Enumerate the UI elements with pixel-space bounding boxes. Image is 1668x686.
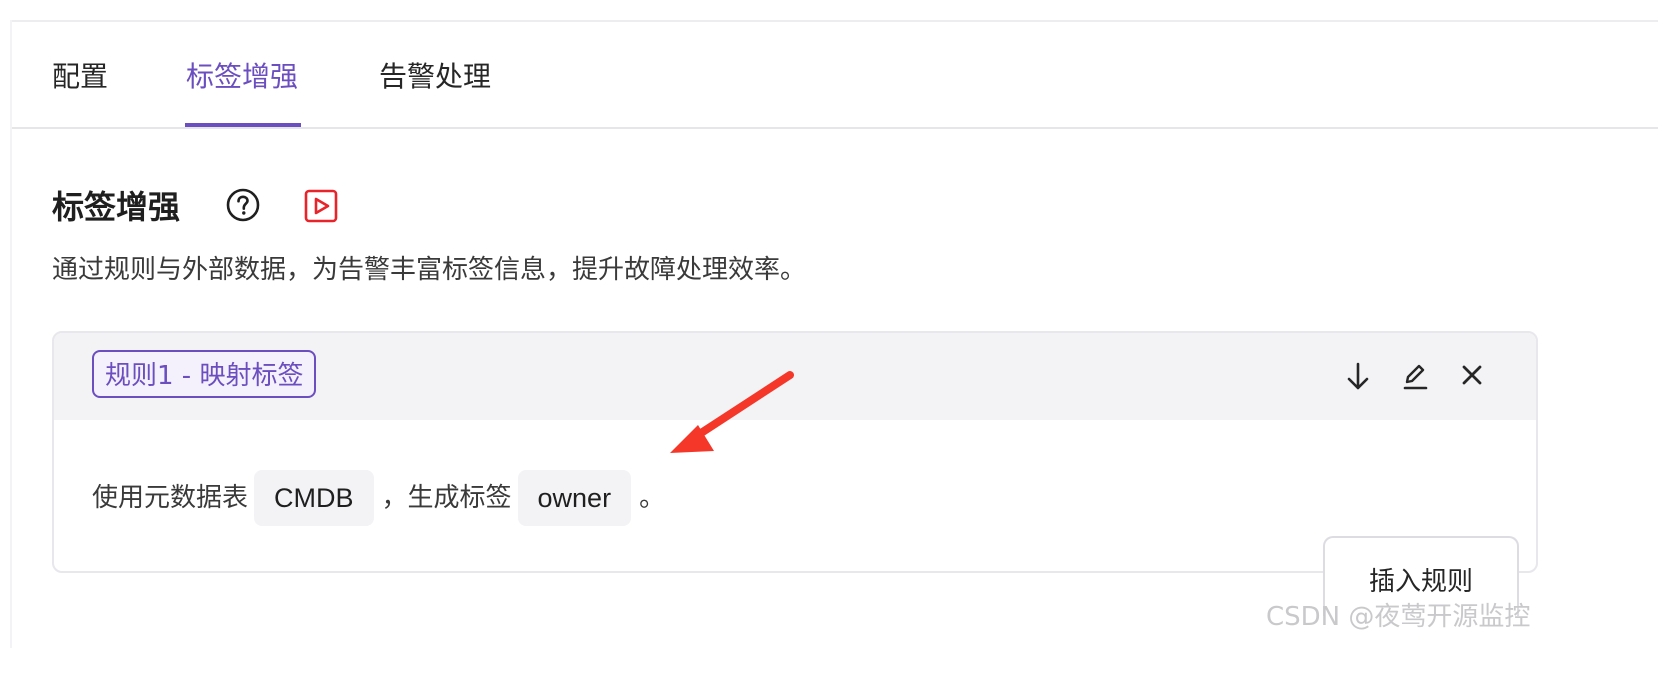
rule-text-prefix: 使用元数据表 — [92, 483, 249, 513]
close-icon[interactable] — [1457, 359, 1487, 393]
tab-bar: 配置 标签增强 告警处理 — [12, 22, 1658, 129]
question-circle-icon[interactable] — [226, 188, 260, 222]
tab-label-enrichment[interactable]: 标签增强 — [186, 57, 298, 97]
rule-name-tag[interactable]: 规则1 - 映射标签 — [92, 350, 317, 398]
rule-text-suffix: 。 — [639, 483, 666, 513]
tab-config[interactable]: 配置 — [52, 57, 108, 97]
annotation-arrow-icon — [670, 371, 794, 453]
rule-text-middle: ，生成标签 — [381, 483, 512, 513]
arrow-down-icon[interactable] — [1343, 359, 1373, 393]
target-label-chip[interactable]: owner — [517, 470, 632, 526]
play-video-icon[interactable] — [304, 189, 338, 223]
active-tab-indicator — [185, 123, 301, 127]
page: 配置 标签增强 告警处理 标签增强 通过规则与外部数据，为告警丰富标签信息，提升… — [0, 0, 1668, 686]
edit-pencil-icon[interactable] — [1400, 359, 1430, 393]
rule-description: 使用元数据表 CMDB ，生成标签 owner。 — [92, 470, 665, 526]
section-description: 通过规则与外部数据，为告警丰富标签信息，提升故障处理效率。 — [52, 255, 807, 285]
section-title: 标签增强 — [52, 188, 181, 226]
watermark: CSDN @夜莺开源监控 — [1266, 602, 1531, 632]
metadata-table-chip[interactable]: CMDB — [254, 470, 374, 526]
tab-alert-processing[interactable]: 告警处理 — [379, 57, 491, 97]
